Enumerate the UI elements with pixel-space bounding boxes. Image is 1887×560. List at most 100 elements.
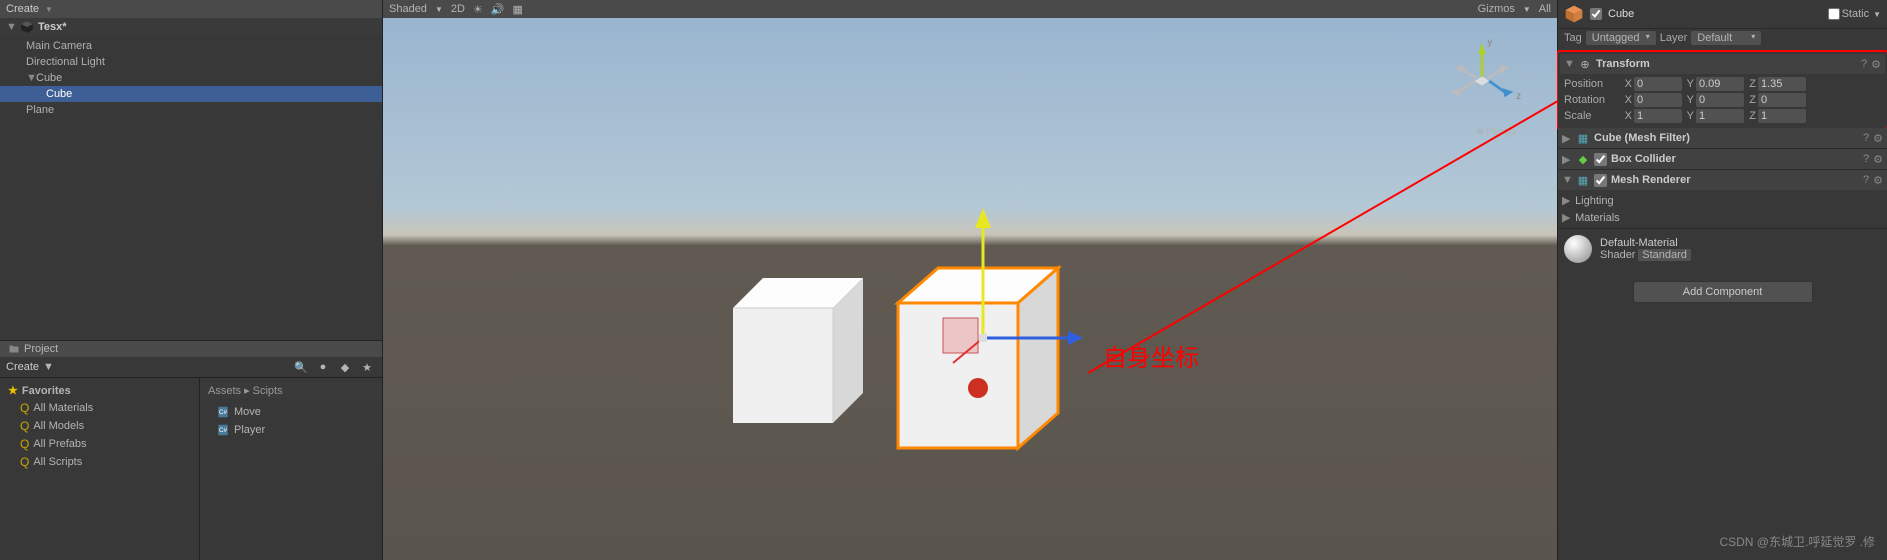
hierarchy-item[interactable]: Directional Light — [0, 54, 382, 70]
fx-toggle-icon[interactable]: ▦ — [513, 3, 523, 16]
component-header[interactable]: ▶▦Cube (Mesh Filter)?⚙ — [1558, 128, 1887, 148]
help-icon[interactable]: ? — [1863, 153, 1869, 165]
orientation-gizmo[interactable]: y z — [1437, 36, 1527, 126]
project-tab[interactable]: Project — [0, 341, 382, 357]
persp-text: Persp — [1486, 126, 1515, 138]
materials-foldout[interactable]: ▶ Materials — [1562, 209, 1883, 226]
scale-z[interactable]: 1 — [1758, 109, 1806, 123]
material-row[interactable]: Default-Material Shader Standard — [1558, 229, 1887, 269]
fold-icon[interactable]: ▶ — [1562, 132, 1572, 145]
rot-y[interactable]: 0 — [1696, 93, 1744, 107]
component-header[interactable]: ▼ ⊕ Transform ? ⚙ — [1560, 54, 1885, 74]
layer-dropdown[interactable]: Default▾ — [1691, 31, 1761, 45]
fav-item[interactable]: QAll Scripts — [0, 453, 199, 471]
component-checkbox[interactable] — [1594, 174, 1607, 187]
viewport[interactable]: y z ≡ Persp — [383, 18, 1557, 560]
fold-icon[interactable]: ▼ — [26, 72, 36, 84]
dropdown-icon[interactable]: ▼ — [45, 5, 53, 14]
object-name[interactable]: Cube — [1608, 8, 1822, 20]
box-collider-component: ▶◆Box Collider?⚙ — [1558, 149, 1887, 170]
scene-cube-selected[interactable] — [888, 258, 1063, 458]
audio-toggle-icon[interactable]: 🔊 — [491, 3, 505, 16]
filter-type-icon[interactable]: ◆ — [336, 359, 354, 375]
axis-x: X — [1622, 78, 1632, 90]
renderer-icon: ▦ — [1576, 173, 1590, 187]
gear-icon[interactable]: ⚙ — [1873, 174, 1883, 187]
favorites-header[interactable]: ★Favorites — [0, 382, 199, 399]
fold-icon[interactable]: ▶ — [1562, 211, 1572, 224]
help-icon[interactable]: ? — [1861, 58, 1867, 70]
dropdown-icon[interactable]: ▼ — [43, 361, 54, 373]
component-header[interactable]: ▶◆Box Collider?⚙ — [1558, 149, 1887, 169]
asset-item[interactable]: C#Player — [200, 421, 382, 439]
collider-icon: ◆ — [1576, 152, 1590, 166]
tag-value: Untagged — [1592, 32, 1640, 44]
persp-label[interactable]: ≡ Persp — [1477, 126, 1515, 138]
save-search-icon[interactable]: ★ — [358, 359, 376, 375]
fav-item[interactable]: QAll Models — [0, 417, 199, 435]
breadcrumb[interactable]: Assets ▸ Scipts — [200, 382, 382, 399]
dropdown-icon[interactable]: ▼ — [1873, 10, 1881, 19]
help-icon[interactable]: ? — [1863, 132, 1869, 144]
gizmos-dropdown[interactable]: Gizmos — [1478, 3, 1515, 15]
position-row: Position X0 Y0.09 Z1.35 — [1564, 76, 1881, 92]
inspector-header: Cube Static▼ — [1558, 0, 1887, 29]
hierarchy-item-selected[interactable]: Cube — [0, 86, 382, 102]
asset-item[interactable]: C#Move — [200, 403, 382, 421]
pos-z[interactable]: 1.35 — [1758, 77, 1806, 91]
hierarchy-toolbar: Create ▼ — [0, 0, 382, 18]
static-checkbox[interactable] — [1828, 8, 1840, 20]
hierarchy-tree: Main Camera Directional Light ▼Cube Cube… — [0, 36, 382, 340]
component-checkbox[interactable] — [1594, 153, 1607, 166]
static-toggle[interactable]: Static▼ — [1828, 8, 1881, 20]
project-create[interactable]: Create — [6, 361, 39, 373]
project-body: ★Favorites QAll Materials QAll Models QA… — [0, 378, 382, 560]
hierarchy-item[interactable]: Plane — [0, 102, 382, 118]
scene-name: Tesx* — [38, 21, 67, 33]
gear-icon[interactable]: ⚙ — [1871, 58, 1881, 71]
filter-icon[interactable]: ● — [314, 359, 332, 375]
active-checkbox[interactable] — [1590, 8, 1602, 20]
axis-y: Y — [1684, 94, 1694, 106]
fold-icon[interactable]: ▼ — [1564, 58, 1574, 70]
light-toggle-icon[interactable]: ☀ — [473, 3, 483, 16]
hierarchy-create[interactable]: Create — [6, 3, 39, 15]
fold-icon[interactable]: ▼ — [1562, 174, 1572, 186]
component-header[interactable]: ▼▦Mesh Renderer?⚙ — [1558, 170, 1887, 190]
transform-component: ▼ ⊕ Transform ? ⚙ Position X0 Y0.09 Z1.3… — [1556, 50, 1887, 130]
tag-dropdown[interactable]: Untagged▾ — [1586, 31, 1656, 45]
shader-dropdown[interactable]: Standard — [1638, 249, 1691, 261]
dropdown-icon[interactable]: ▼ — [1523, 5, 1531, 14]
annotation-text: 自身坐标 — [1103, 338, 1199, 373]
gear-icon[interactable]: ⚙ — [1873, 132, 1883, 145]
fold-icon[interactable]: ▶ — [1562, 153, 1572, 166]
scale-x[interactable]: 1 — [1634, 109, 1682, 123]
axis-x: X — [1622, 94, 1632, 106]
shader-row: Shader Standard — [1600, 249, 1691, 261]
fold-icon[interactable]: ▶ — [1562, 194, 1572, 207]
script-icon: C# — [216, 423, 230, 437]
pos-x[interactable]: 0 — [1634, 77, 1682, 91]
fold-icon[interactable]: ▼ — [6, 21, 16, 33]
search-all[interactable]: All — [1539, 3, 1551, 15]
search-icon[interactable]: 🔍 — [292, 359, 310, 375]
scene-header[interactable]: ▼ Tesx* — [0, 18, 382, 36]
fav-item[interactable]: QAll Prefabs — [0, 435, 199, 453]
fav-item[interactable]: QAll Materials — [0, 399, 199, 417]
2d-toggle[interactable]: 2D — [451, 3, 465, 15]
hierarchy-item[interactable]: Main Camera — [0, 38, 382, 54]
scene-cube[interactable] — [723, 268, 873, 428]
scale-y[interactable]: 1 — [1696, 109, 1744, 123]
rot-x[interactable]: 0 — [1634, 93, 1682, 107]
pos-y[interactable]: 0.09 — [1696, 77, 1744, 91]
add-component-button[interactable]: Add Component — [1633, 281, 1813, 303]
dropdown-icon[interactable]: ▼ — [435, 5, 443, 14]
help-icon[interactable]: ? — [1863, 174, 1869, 186]
hierarchy-item[interactable]: ▼Cube — [0, 70, 382, 86]
lighting-foldout[interactable]: ▶ Lighting — [1562, 192, 1883, 209]
fav-label: All Models — [33, 420, 84, 432]
rot-z[interactable]: 0 — [1758, 93, 1806, 107]
scale-row: Scale X1 Y1 Z1 — [1564, 108, 1881, 124]
shading-mode[interactable]: Shaded — [389, 3, 427, 15]
gear-icon[interactable]: ⚙ — [1873, 153, 1883, 166]
